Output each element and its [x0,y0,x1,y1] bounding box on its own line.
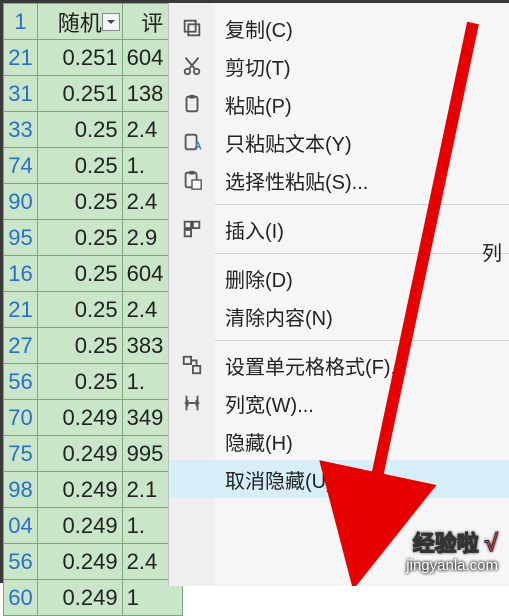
table-row[interactable]: 210.252.4 [4,292,183,328]
row-number[interactable]: 98 [4,472,38,508]
table-row[interactable]: 330.252.4 [4,112,183,148]
menu-item-label: 设置单元格格式(F)... [225,351,407,380]
table-row[interactable]: 560.2492.4 [4,544,183,580]
row-number[interactable]: 27 [4,328,38,364]
menu-item-label: 取消隐藏(U) [225,465,333,494]
paste-text-icon: A [179,129,205,155]
table-row[interactable]: 040.2491. [4,508,183,544]
copy-icon [179,15,205,41]
menu-separator [215,253,509,254]
cell[interactable]: 0.249 [38,400,123,436]
cell[interactable]: 0.25 [38,292,123,328]
menu-item[interactable]: 隐藏(H) [169,422,509,460]
menu-item-label: 列宽(W)... [225,389,314,418]
header-rownum[interactable]: 1 [4,4,38,40]
menu-item[interactable]: A 只粘贴文本(Y) [169,123,509,161]
col-width-icon [179,390,205,416]
row-number[interactable]: 16 [4,256,38,292]
menu-item-label: 选择性粘贴(S)... [225,166,368,195]
row-number[interactable]: 04 [4,508,38,544]
menu-item-label: 复制(C) [225,14,293,43]
cell[interactable]: 0.249 [38,472,123,508]
cut-icon [179,53,205,79]
menu-item[interactable]: 取消隐藏(U) [169,460,509,498]
header-label: 评 [141,11,163,36]
cell[interactable]: 0.249 [38,436,123,472]
menu-item[interactable]: 清除内容(N) [169,297,509,335]
row-number[interactable]: 90 [4,184,38,220]
row-number[interactable]: 31 [4,76,38,112]
menu-item[interactable]: 插入(I) [169,210,509,248]
row-number[interactable]: 56 [4,364,38,400]
table-row[interactable]: 310.251138 [4,76,183,112]
header-label: 随机 [58,11,102,36]
menu-item-label: 剪切(T) [225,52,291,81]
cell[interactable]: 0.249 [38,508,123,544]
row-number[interactable]: 95 [4,220,38,256]
menu-item-label: 清除内容(N) [225,302,333,331]
header-col-a[interactable]: 随机 [38,4,123,40]
menu-item-label: 只粘贴文本(Y) [225,128,352,157]
table-row[interactable]: 270.25383 [4,328,183,364]
paste-icon [179,91,205,117]
filter-dropdown-icon[interactable] [102,13,120,31]
cell[interactable]: 0.25 [38,112,123,148]
row-number[interactable]: 60 [4,580,38,616]
table-row[interactable]: 560.251. [4,364,183,400]
cell[interactable]: 0.249 [38,544,123,580]
spreadsheet-table[interactable]: 1 随机 评 210.251604310.251138330.252.4740.… [3,3,183,616]
menu-item-label: 粘贴(P) [225,90,292,119]
menu-item-label: 删除(D) [225,264,293,293]
row-number[interactable]: 56 [4,544,38,580]
cell[interactable]: 0.25 [38,220,123,256]
format-cells-icon [179,352,205,378]
row-number[interactable]: 74 [4,148,38,184]
table-row[interactable]: 600.2491 [4,580,183,616]
cell[interactable]: 0.25 [38,148,123,184]
menu-item[interactable]: 删除(D) [169,259,509,297]
cell[interactable]: 0.25 [38,184,123,220]
row-number[interactable]: 33 [4,112,38,148]
table-row[interactable]: 160.25604 [4,256,183,292]
cell[interactable]: 0.25 [38,364,123,400]
menu-item[interactable]: 复制(C) [169,9,509,47]
row-number[interactable]: 70 [4,400,38,436]
context-menu: 复制(C) 剪切(T) 粘贴(P) A 只粘贴文本(Y) 选择性粘贴(S)... 插入(I)… [168,3,509,586]
cell[interactable]: 0.25 [38,256,123,292]
table-row[interactable]: 980.2492.1 [4,472,183,508]
table-row[interactable]: 750.249995 [4,436,183,472]
menu-item[interactable]: 剪切(T) [169,47,509,85]
paste-special-icon [179,167,205,193]
row-number[interactable]: 21 [4,40,38,76]
row-number[interactable]: 21 [4,292,38,328]
cell[interactable]: 0.251 [38,76,123,112]
cell[interactable]: 0.249 [38,580,123,616]
menu-item-label: 插入(I) [225,215,284,244]
menu-item[interactable]: 设置单元格格式(F)... [169,346,509,384]
table-row[interactable]: 900.252.4 [4,184,183,220]
table-row[interactable]: 950.252.9 [4,220,183,256]
svg-text:A: A [194,140,202,152]
insert-icon [179,216,205,242]
row-number[interactable]: 75 [4,436,38,472]
menu-separator [215,204,509,205]
menu-separator [215,340,509,341]
table-row[interactable]: 740.251. [4,148,183,184]
cell[interactable]: 0.251 [38,40,123,76]
menu-item-label: 隐藏(H) [225,427,293,456]
menu-item[interactable]: 粘贴(P) [169,85,509,123]
table-row[interactable]: 700.249349 [4,400,183,436]
menu-right-label: 列 [482,237,502,266]
menu-item[interactable]: 列宽(W)... [169,384,509,422]
cell[interactable]: 0.25 [38,328,123,364]
table-row[interactable]: 210.251604 [4,40,183,76]
menu-item[interactable]: 选择性粘贴(S)... [169,161,509,199]
